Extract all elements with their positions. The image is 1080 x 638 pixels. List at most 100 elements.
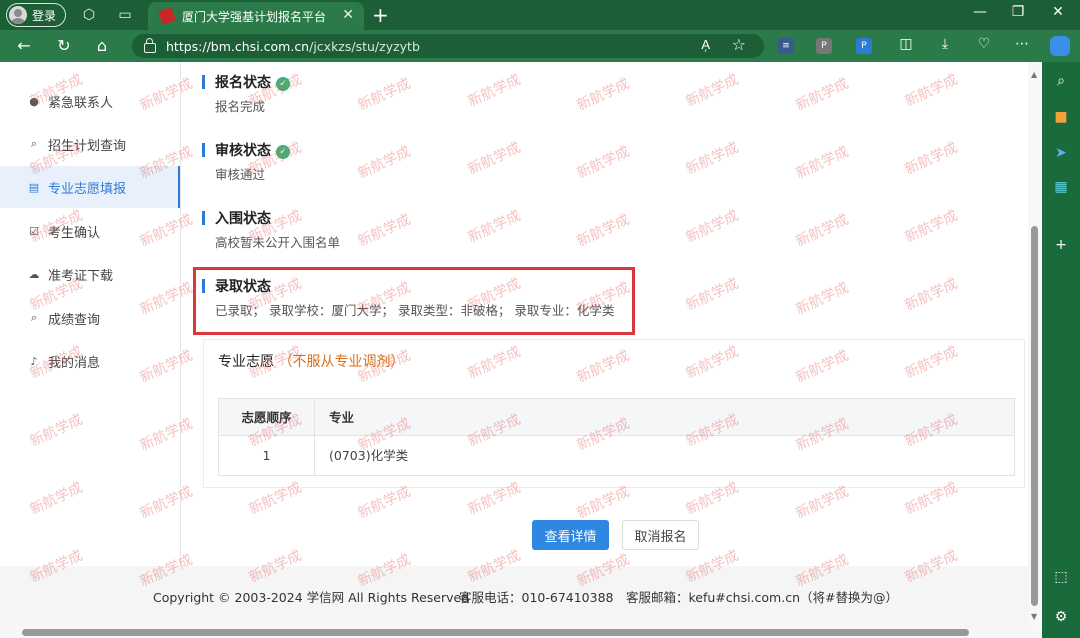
horizontal-scroll-thumb[interactable] bbox=[22, 629, 969, 636]
section-title: 报名状态 ✓ bbox=[215, 72, 290, 92]
checkbox-icon: ☑ bbox=[29, 224, 39, 238]
site-favicon-icon bbox=[158, 7, 176, 25]
page-viewport: ● 紧急联系人 ⌕ 招生计划查询 ▤ 专业志愿填报 ☑ 考生确认 ☁ 准考证下载… bbox=[0, 62, 1042, 638]
document-icon: ▤ bbox=[28, 180, 40, 194]
extension-p-icon[interactable]: P bbox=[816, 38, 832, 54]
vertical-scroll-thumb[interactable] bbox=[1031, 226, 1038, 606]
add-sidebar-icon[interactable]: + bbox=[1052, 236, 1070, 254]
bell-icon: ♪ bbox=[30, 354, 38, 368]
section-marker bbox=[202, 75, 205, 89]
section-value: 报名完成 bbox=[215, 99, 266, 114]
lock-icon bbox=[144, 38, 156, 53]
nav-item-score-query[interactable]: ⌕ 成绩查询 bbox=[0, 297, 180, 339]
url-host: https://bm.chsi.com.cn bbox=[166, 38, 310, 54]
extension-icon[interactable]: ≡ bbox=[778, 38, 794, 54]
nav-label: 招生计划查询 bbox=[48, 138, 127, 154]
nav-item-confirm[interactable]: ☑ 考生确认 bbox=[0, 210, 180, 252]
check-circle-icon: ✓ bbox=[276, 77, 290, 91]
column-header-major: 专业 bbox=[329, 410, 355, 425]
section-marker bbox=[202, 143, 205, 157]
browser-tab-active[interactable]: 厦门大学强基计划报名平台 ✕ bbox=[148, 2, 364, 30]
section-value: 高校暂未公开入围名单 bbox=[215, 235, 341, 250]
nav-item-plan-query[interactable]: ⌕ 招生计划查询 bbox=[0, 123, 180, 165]
search-icon: ⌕ bbox=[30, 137, 38, 150]
nav-item-messages[interactable]: ♪ 我的消息 bbox=[0, 340, 180, 382]
tab-close-icon[interactable]: ✕ bbox=[342, 7, 354, 23]
profile-login-button[interactable]: 登录 bbox=[6, 3, 66, 27]
app-sidebar-icon[interactable]: ▦ bbox=[1052, 178, 1070, 196]
tools-sidebar-icon[interactable]: ■ bbox=[1052, 108, 1070, 126]
window-close-icon[interactable]: ✕ bbox=[1048, 4, 1068, 20]
section-value: 审核通过 bbox=[215, 167, 266, 182]
check-circle-icon: ✓ bbox=[276, 145, 290, 159]
footer-email: 客服邮箱：kefu#chsi.com.cn（将#替换为@） bbox=[626, 590, 898, 605]
section-value: 已录取； 录取学校：厦门大学； 录取类型：非破格； 录取专业：化学类 bbox=[215, 303, 615, 318]
table-header: 志愿顺序 专业 bbox=[219, 399, 1014, 436]
cell-major: (0703)化学类 bbox=[329, 448, 409, 463]
more-menu-icon[interactable]: ⋯ bbox=[1012, 36, 1032, 52]
address-input[interactable]: https://bm.chsi.com.cn/jcxkzs/stu/zyzytb… bbox=[132, 34, 764, 58]
scroll-down-icon[interactable]: ▼ bbox=[1031, 612, 1037, 621]
favorite-star-icon[interactable]: ☆ bbox=[732, 35, 746, 54]
url-path: /jcxkzs/stu/zyzytb bbox=[309, 38, 420, 54]
browser-titlebar: 登录 ⬡ ▭ 厦门大学强基计划报名平台 ✕ + — ❐ ✕ bbox=[0, 0, 1080, 30]
no-adjust-note: （不服从专业调剂） bbox=[278, 354, 405, 370]
section-marker bbox=[202, 279, 205, 293]
settings-icon[interactable]: ⚙ bbox=[1052, 608, 1070, 626]
vertical-scrollbar[interactable]: ▲ ▼ bbox=[1028, 62, 1042, 626]
nav-label: 专业志愿填报 bbox=[48, 181, 127, 197]
left-nav: ● 紧急联系人 ⌕ 招生计划查询 ▤ 专业志愿填报 ☑ 考生确认 ☁ 准考证下载… bbox=[0, 62, 181, 566]
nav-item-emergency-contact[interactable]: ● 紧急联系人 bbox=[0, 80, 180, 122]
footer-copyright: Copyright © 2003-2024 学信网 All Rights Res… bbox=[153, 590, 470, 605]
nav-item-major-preference[interactable]: ▤ 专业志愿填报 bbox=[0, 166, 180, 208]
section-title: 录取状态 bbox=[215, 279, 271, 295]
cloud-download-icon: ☁ bbox=[28, 267, 40, 281]
scroll-up-icon[interactable]: ▲ bbox=[1031, 70, 1037, 79]
login-label: 登录 bbox=[32, 8, 57, 23]
tab-actions-icon[interactable]: ▭ bbox=[116, 6, 134, 24]
table-row: 1 (0703)化学类 bbox=[219, 436, 1014, 475]
nav-item-admit-card[interactable]: ☁ 准考证下载 bbox=[0, 253, 180, 295]
nav-label: 考生确认 bbox=[48, 225, 101, 241]
copilot-icon[interactable] bbox=[1050, 36, 1070, 56]
avatar-icon bbox=[9, 6, 27, 24]
footer-phone: 客服电话：010-67410388 bbox=[459, 590, 614, 605]
back-icon[interactable]: ← bbox=[14, 36, 34, 55]
new-tab-icon[interactable]: + bbox=[372, 3, 389, 27]
browser-toolbar: ← ↻ ⌂ https://bm.chsi.com.cn/jcxkzs/stu/… bbox=[0, 30, 1080, 62]
user-icon: ● bbox=[29, 94, 39, 108]
preference-card: 专业志愿 （不服从专业调剂） 志愿顺序 专业 1 (0703)化学类 bbox=[203, 339, 1025, 488]
horizontal-scrollbar[interactable] bbox=[0, 626, 1042, 638]
read-aloud-icon[interactable]: A᷊ bbox=[701, 37, 710, 53]
split-screen-icon[interactable]: ◫ bbox=[896, 36, 916, 52]
browser-sidebar: ⌕ ■ ➤ ▦ + ⬚ ⚙ bbox=[1042, 62, 1080, 638]
nav-label: 我的消息 bbox=[48, 355, 101, 371]
search-icon: ⌕ bbox=[30, 311, 38, 324]
tab-title: 厦门大学强基计划报名平台 bbox=[182, 9, 327, 24]
preference-table: 志愿顺序 专业 1 (0703)化学类 bbox=[218, 398, 1015, 476]
downloads-icon[interactable]: ⤓ bbox=[935, 36, 955, 52]
restore-icon[interactable]: ❐ bbox=[1008, 4, 1028, 20]
nav-label: 准考证下载 bbox=[48, 268, 114, 284]
cancel-signup-button[interactable]: 取消报名 bbox=[622, 520, 699, 550]
heart-icon[interactable]: ♡ bbox=[974, 36, 994, 52]
section-title: 入围状态 bbox=[215, 211, 271, 227]
preference-title: 专业志愿 （不服从专业调剂） bbox=[218, 354, 405, 370]
search-sidebar-icon[interactable]: ⌕ bbox=[1052, 72, 1070, 90]
extension-p2-icon[interactable]: P bbox=[856, 38, 872, 54]
home-icon[interactable]: ⌂ bbox=[92, 36, 112, 55]
refresh-icon[interactable]: ↻ bbox=[54, 36, 74, 55]
main-content: 报名状态 ✓ 报名完成 审核状态 ✓ 审核通过 入围状态 高校暂未公开入围名单 录取… bbox=[182, 62, 1028, 566]
cell-order: 1 bbox=[219, 436, 315, 475]
screenshot-sidebar-icon[interactable]: ⬚ bbox=[1052, 568, 1070, 586]
minimize-icon[interactable]: — bbox=[970, 4, 990, 20]
page-footer: Copyright © 2003-2024 学信网 All Rights Res… bbox=[0, 566, 1028, 626]
send-sidebar-icon[interactable]: ➤ bbox=[1052, 144, 1070, 162]
section-marker bbox=[202, 211, 205, 225]
nav-label: 紧急联系人 bbox=[48, 95, 114, 111]
workspaces-icon[interactable]: ⬡ bbox=[80, 6, 98, 24]
nav-label: 成绩查询 bbox=[48, 312, 101, 328]
section-title: 审核状态 ✓ bbox=[215, 140, 290, 160]
column-header-order: 志愿顺序 bbox=[219, 399, 315, 435]
view-details-button[interactable]: 查看详情 bbox=[532, 520, 609, 550]
